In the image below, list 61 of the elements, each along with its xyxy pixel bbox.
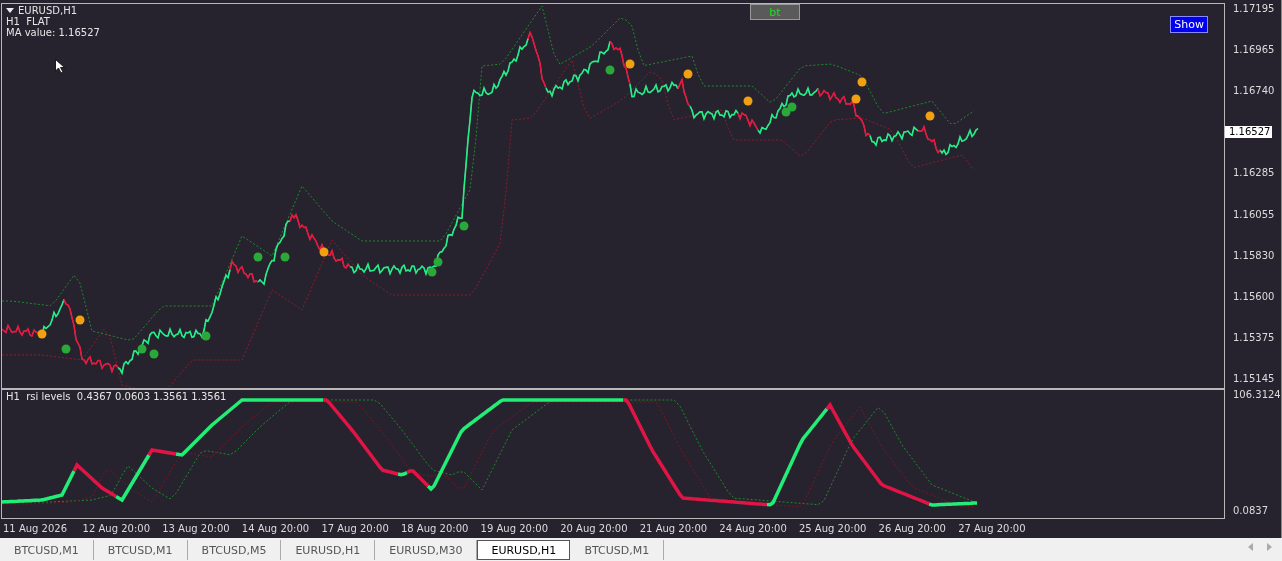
price-axis-label: 1.15830 xyxy=(1232,249,1276,262)
chart-tab[interactable]: BTCUSD,M1 xyxy=(93,540,188,560)
mouse-pointer-icon xyxy=(55,59,65,74)
time-axis-label: 24 Aug 20:00 xyxy=(719,523,788,534)
indicator-label: H1 rsi levels 0.4367 0.0603 1.3561 1.3561 xyxy=(6,391,227,402)
ma-value-label: MA value: 1.16527 xyxy=(6,27,100,38)
chart-symbol: EURUSD,H1 xyxy=(18,5,77,16)
current-price-label: 1.16527 xyxy=(1225,126,1273,139)
signal-marker xyxy=(857,77,867,87)
time-axis-label: 14 Aug 20:00 xyxy=(241,523,311,534)
indicator-axis-label: 0.0837 xyxy=(1232,505,1269,517)
time-axis-label: 21 Aug 20:00 xyxy=(639,523,709,534)
price-axis-label: 1.16740 xyxy=(1232,85,1276,98)
signal-marker xyxy=(280,252,290,262)
time-axis-label: 11 Aug 2026 xyxy=(3,523,69,534)
price-axis-label: 1.16285 xyxy=(1232,167,1276,180)
time-axis-label: 12 Aug 20:00 xyxy=(82,523,152,534)
signal-marker xyxy=(683,69,693,79)
bt-button[interactable]: bt xyxy=(750,4,800,20)
signal-marker xyxy=(137,344,147,354)
scroll-right-icon[interactable] xyxy=(1267,543,1272,551)
signal-marker xyxy=(149,349,159,359)
signal-marker xyxy=(61,344,71,354)
chart-tab[interactable]: BTCUSD,M1 xyxy=(0,540,94,560)
signal-marker xyxy=(427,267,437,277)
chart-tab[interactable]: BTCUSD,M5 xyxy=(187,540,282,560)
scroll-left-icon[interactable] xyxy=(1248,543,1253,551)
trend-status: H1 FLAT xyxy=(6,16,51,27)
signal-marker xyxy=(459,221,469,231)
price-axis-label: 1.17195 xyxy=(1232,3,1276,15)
signal-marker xyxy=(851,94,861,104)
price-axis-label: 1.16055 xyxy=(1232,208,1276,221)
signal-marker xyxy=(75,315,85,325)
price-axis-label: 1.15600 xyxy=(1232,290,1276,303)
signal-marker xyxy=(37,329,47,339)
price-axis-label: 1.15375 xyxy=(1232,331,1276,344)
time-axis-label: 20 Aug 20:00 xyxy=(560,523,629,534)
signal-marker xyxy=(605,65,615,75)
signal-marker xyxy=(201,331,211,341)
chart-tab[interactable]: EURUSD,H1 xyxy=(477,540,571,560)
time-axis-label: 26 Aug 20:00 xyxy=(878,523,947,534)
time-axis-label: 17 Aug 20:00 xyxy=(321,523,390,534)
time-axis-label: 18 Aug 20:00 xyxy=(400,523,470,534)
show-button[interactable]: Show xyxy=(1170,16,1208,33)
time-axis-label: 13 Aug 20:00 xyxy=(162,523,231,534)
collapse-triangle-icon[interactable] xyxy=(6,8,14,13)
chart-tab[interactable]: BTCUSD,M1 xyxy=(570,540,665,560)
price-axis-label: 1.15145 xyxy=(1232,373,1276,385)
time-axis-label: 25 Aug 20:00 xyxy=(798,523,868,534)
price-axis-label: 1.16965 xyxy=(1232,44,1276,57)
signal-marker xyxy=(253,252,263,262)
signal-marker xyxy=(625,59,635,69)
chart-tab[interactable]: EURUSD,H1 xyxy=(281,540,376,560)
indicator-axis-label: 106.3124 xyxy=(1232,389,1282,401)
time-axis-label: 19 Aug 20:00 xyxy=(480,523,549,534)
signal-marker xyxy=(319,247,329,257)
signal-marker xyxy=(743,96,753,106)
signal-marker xyxy=(787,102,797,112)
signal-marker xyxy=(925,111,935,121)
time-axis-label: 27 Aug 20:00 xyxy=(958,523,1027,534)
signal-marker xyxy=(433,257,443,267)
